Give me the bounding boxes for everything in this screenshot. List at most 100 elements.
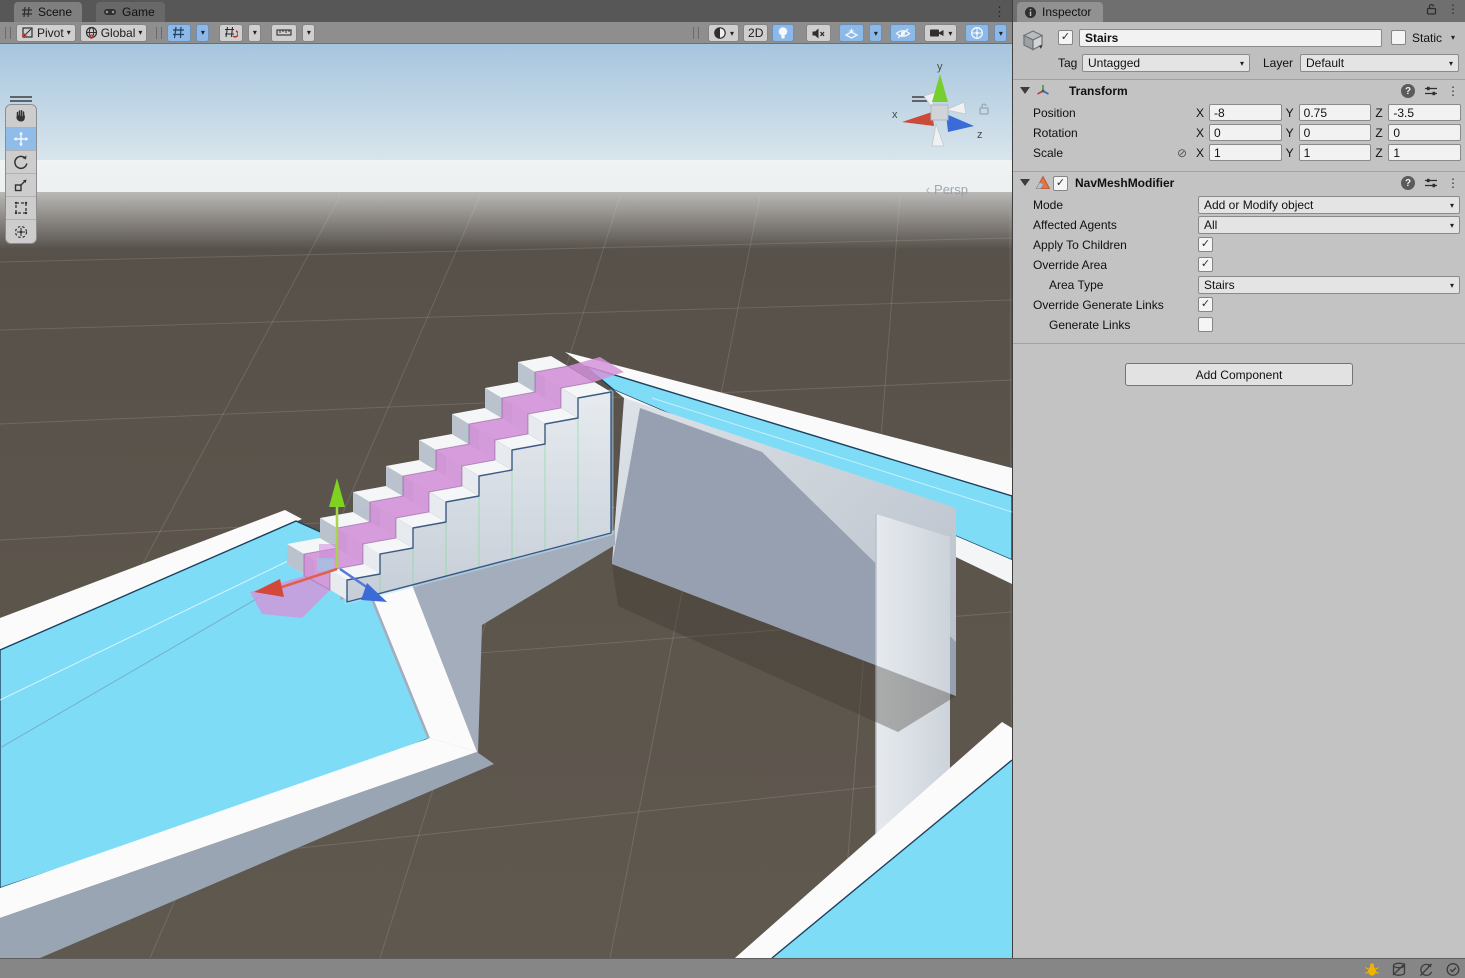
generate-links-checkbox[interactable]: [1198, 317, 1213, 332]
override-generate-links-label: Override Generate Links: [1033, 298, 1164, 312]
toolbar-drag-handle-2[interactable]: [156, 27, 162, 39]
view-hand-tool[interactable]: [6, 105, 36, 128]
scene-lighting-button[interactable]: [772, 24, 794, 42]
shading-mode-button[interactable]: ▾: [708, 24, 739, 42]
gizmos-caret[interactable]: ▾: [994, 24, 1007, 42]
grid-options-caret[interactable]: ▾: [196, 24, 209, 42]
scene-grid-icon: [21, 6, 33, 18]
debugger-bug-icon[interactable]: [1364, 962, 1380, 977]
tools-overlay-handle[interactable]: [10, 96, 32, 102]
cache-server-icon[interactable]: [1391, 962, 1407, 977]
constrain-proportions-icon[interactable]: ⊘: [1177, 146, 1187, 160]
inspector-menu-icon[interactable]: ⋮: [1447, 3, 1459, 15]
transform-tool[interactable]: [6, 220, 36, 243]
override-generate-links-checkbox[interactable]: ✓: [1198, 297, 1213, 312]
position-x-field[interactable]: -8: [1209, 104, 1282, 121]
presets-icon[interactable]: [1424, 85, 1438, 97]
navmeshmodifier-icon: [1035, 175, 1051, 191]
scale-tool[interactable]: [6, 174, 36, 197]
scene-visibility-button[interactable]: [890, 24, 916, 42]
rect-tool[interactable]: [6, 197, 36, 220]
rect-tool-icon: [13, 200, 29, 216]
scale-y-field[interactable]: 1: [1299, 144, 1372, 161]
transform-component: Transform ? ⋮ Position X -8 Y 0.75 Z: [1013, 80, 1465, 172]
scene-pane-menu-icon[interactable]: ⋮: [993, 4, 1006, 20]
mode-row: Mode Add or Modify object▾: [1013, 195, 1465, 215]
snap-toggle-button[interactable]: [219, 24, 243, 42]
area-type-dropdown[interactable]: Stairs▾: [1198, 276, 1460, 294]
component-menu-icon[interactable]: ⋮: [1447, 177, 1459, 189]
rotation-x-field[interactable]: 0: [1209, 124, 1282, 141]
move-tool[interactable]: [6, 128, 36, 151]
help-icon[interactable]: ?: [1401, 176, 1415, 190]
tab-scene[interactable]: Scene: [14, 2, 82, 22]
scale-x-field[interactable]: 1: [1209, 144, 1282, 161]
2d-mode-button[interactable]: 2D: [743, 24, 768, 42]
snap-options-caret[interactable]: ▾: [248, 24, 261, 42]
camera-settings-button[interactable]: ▾: [924, 24, 957, 42]
override-area-checkbox[interactable]: ✓: [1198, 257, 1213, 272]
transform-header[interactable]: Transform ? ⋮: [1013, 80, 1465, 103]
navmeshmodifier-header[interactable]: ✓ NavMeshModifier ? ⋮: [1013, 172, 1465, 195]
icon-select-caret[interactable]: ▾: [1039, 43, 1043, 51]
scale-z-field[interactable]: 1: [1388, 144, 1461, 161]
layer-dropdown[interactable]: Default▾: [1300, 54, 1459, 72]
tag-dropdown[interactable]: Untagged▾: [1082, 54, 1250, 72]
gizmo-z-cone[interactable]: [946, 114, 974, 132]
scene-tabbar: Scene Game ⋮: [0, 0, 1012, 22]
persp-label[interactable]: ‹Persp: [926, 182, 968, 197]
static-flags-caret[interactable]: ▾: [1451, 33, 1455, 42]
gizmo-y-cone[interactable]: [932, 74, 948, 102]
scene-toolbar: Pivot ▾ Global ▾ ▾ ▾: [0, 22, 1012, 44]
position-y-field[interactable]: 0.75: [1299, 104, 1372, 121]
info-icon: [1024, 6, 1037, 19]
tab-game[interactable]: Game: [96, 2, 165, 22]
component-menu-icon[interactable]: ⋮: [1447, 85, 1459, 97]
gameobject-active-checkbox[interactable]: ✓: [1058, 30, 1073, 45]
pivot-toggle-button[interactable]: Pivot ▾: [16, 24, 76, 42]
scale-row: Scale ⊘ X 1 Y 1 Z 1: [1013, 143, 1465, 163]
global-toggle-button[interactable]: Global ▾: [80, 24, 148, 42]
override-area-label: Override Area: [1033, 258, 1107, 272]
lock-icon[interactable]: [1426, 3, 1437, 15]
help-icon[interactable]: ?: [1401, 84, 1415, 98]
affected-agents-dropdown[interactable]: All▾: [1198, 216, 1460, 234]
scene-viewport[interactable]: y x z ‹Persp: [0, 44, 1012, 958]
2d-label: 2D: [748, 26, 763, 40]
tab-inspector[interactable]: Inspector: [1017, 2, 1103, 22]
toolbar-drag-handle[interactable]: [5, 27, 11, 39]
gizmo-x-cone[interactable]: [902, 112, 934, 126]
eye-hidden-icon: [895, 27, 911, 40]
grid-visibility-button[interactable]: [167, 24, 191, 42]
rotation-z-field[interactable]: 0: [1388, 124, 1461, 141]
presets-icon[interactable]: [1424, 177, 1438, 189]
toolbar-drag-handle-3[interactable]: [693, 27, 699, 39]
navmeshmodifier-enabled-checkbox[interactable]: ✓: [1053, 176, 1068, 191]
transform-icon: [1035, 83, 1051, 99]
foldout-icon[interactable]: [1020, 179, 1030, 186]
apply-to-children-checkbox[interactable]: ✓: [1198, 237, 1213, 252]
rotation-row: Rotation X 0 Y 0 Z 0: [1013, 123, 1465, 143]
navmeshmodifier-component: ✓ NavMeshModifier ? ⋮ Mode Add or Modify…: [1013, 172, 1465, 344]
effects-toggle-button[interactable]: [839, 24, 864, 42]
gamepad-icon: [103, 6, 117, 18]
effects-caret[interactable]: ▾: [869, 24, 882, 42]
gameobject-name-field[interactable]: Stairs: [1079, 29, 1382, 47]
scene-audio-button[interactable]: [806, 24, 831, 42]
inspector-pane: Inspector ⋮ ▾ ✓ Stairs Static ▾: [1012, 0, 1465, 958]
position-z-field[interactable]: -3.5: [1388, 104, 1461, 121]
rotation-y-field[interactable]: 0: [1299, 124, 1372, 141]
viewport-lock-icon[interactable]: [978, 102, 990, 115]
affected-agents-row: Affected Agents All▾: [1013, 215, 1465, 235]
gizmos-toggle-button[interactable]: [965, 24, 989, 42]
snap-increment-button[interactable]: [271, 24, 297, 42]
rotate-tool[interactable]: [6, 151, 36, 174]
progress-check-icon[interactable]: [1445, 962, 1461, 977]
auto-refresh-disabled-icon[interactable]: [1418, 962, 1434, 977]
lightbulb-icon: [777, 26, 789, 40]
static-checkbox[interactable]: [1391, 30, 1406, 45]
foldout-icon[interactable]: [1020, 87, 1030, 94]
mode-dropdown[interactable]: Add or Modify object▾: [1198, 196, 1460, 214]
snap-increment-caret[interactable]: ▾: [302, 24, 315, 42]
add-component-button[interactable]: Add Component: [1125, 363, 1353, 386]
